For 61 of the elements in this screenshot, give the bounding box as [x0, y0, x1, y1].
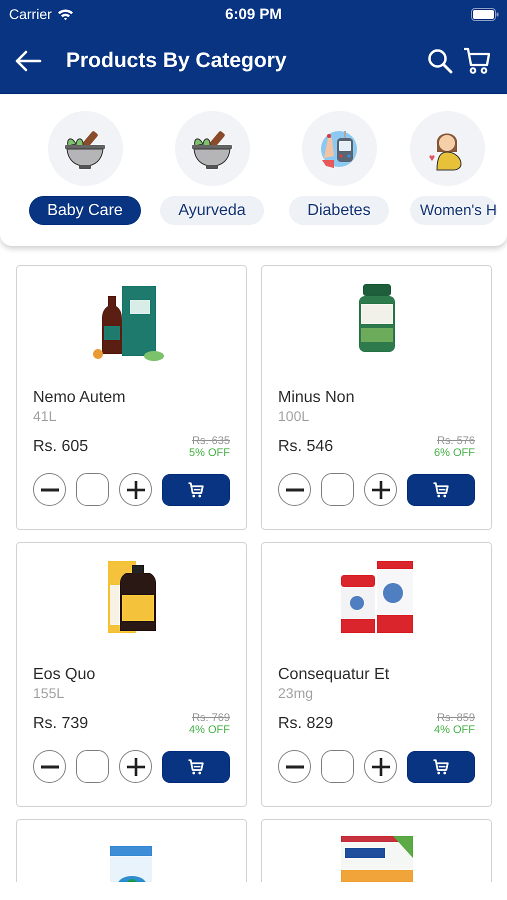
quantity-field[interactable] [76, 473, 109, 506]
original-price: Rs. 859 [437, 712, 475, 724]
product-name: Eos Quo [33, 666, 96, 684]
cart-icon [432, 480, 450, 498]
product-size: 23mg [278, 685, 314, 701]
category-chip[interactable]: Ayurveda [160, 196, 264, 225]
product-card[interactable]: Nemo Autem 41L Rs. 605 Rs. 635 5% OFF [16, 265, 247, 530]
decrease-button[interactable] [33, 750, 66, 783]
original-price: Rs. 769 [192, 712, 230, 724]
cart-icon [187, 758, 205, 776]
decrease-button[interactable] [278, 750, 311, 783]
product-price: Rs. 546 [278, 438, 334, 456]
discount-label: 5% OFF [189, 447, 230, 459]
minus-icon [286, 488, 304, 492]
decrease-button[interactable] [278, 473, 311, 506]
plus-icon [372, 480, 390, 498]
original-price: Rs. 576 [437, 435, 475, 447]
status-time: 6:09 PM [224, 6, 283, 22]
plus-icon [126, 480, 144, 498]
product-price: Rs. 829 [278, 715, 334, 733]
minus-icon [286, 764, 304, 768]
product-size: 155L [33, 685, 66, 701]
increase-button[interactable] [119, 750, 152, 783]
product-card[interactable]: Minus Non 100L Rs. 546 Rs. 576 6% OFF [261, 265, 492, 530]
plus-icon [126, 758, 144, 776]
add-to-cart-button[interactable] [162, 750, 230, 782]
battery-icon [471, 8, 499, 20]
cart-icon [432, 758, 450, 776]
product-price: Rs. 739 [33, 715, 88, 733]
product-card[interactable]: Consequatur Et 23mg Rs. 829 Rs. 859 4% OFF [261, 542, 492, 807]
wifi-icon [56, 8, 74, 20]
add-to-cart-button[interactable] [407, 474, 475, 506]
plus-icon [372, 758, 390, 776]
decrease-button[interactable] [33, 473, 66, 506]
cart-icon [187, 480, 205, 498]
discount-label: 6% OFF [434, 447, 475, 459]
carrier-name: Carrier [9, 6, 52, 22]
original-price: Rs. 635 [192, 435, 230, 447]
product-price: Rs. 605 [33, 438, 88, 456]
product-name: Nemo Autem [33, 389, 126, 407]
product-name: Minus Non [278, 389, 356, 407]
quantity-field[interactable] [321, 750, 354, 783]
product-size: 41L [33, 408, 58, 424]
minus-icon [40, 764, 58, 768]
product-card[interactable]: Eos Quo 155L Rs. 739 Rs. 769 4% OFF [16, 542, 247, 807]
minus-icon [40, 488, 58, 492]
quantity-field[interactable] [76, 750, 109, 783]
add-to-cart-button[interactable] [162, 474, 230, 506]
category-chip[interactable]: Baby Care [29, 196, 141, 225]
increase-button[interactable] [364, 750, 397, 783]
product-size: 100L [278, 408, 310, 424]
increase-button[interactable] [119, 473, 152, 506]
quantity-field[interactable] [321, 473, 354, 506]
add-to-cart-button[interactable] [407, 750, 475, 782]
discount-label: 4% OFF [434, 724, 475, 736]
discount-label: 4% OFF [189, 724, 230, 736]
increase-button[interactable] [364, 473, 397, 506]
category-chip[interactable]: Women's H [410, 196, 497, 225]
product-name: Consequatur Et [278, 666, 390, 684]
category-chip[interactable]: Diabetes [289, 196, 389, 225]
page-title: Products By Category [66, 49, 288, 73]
